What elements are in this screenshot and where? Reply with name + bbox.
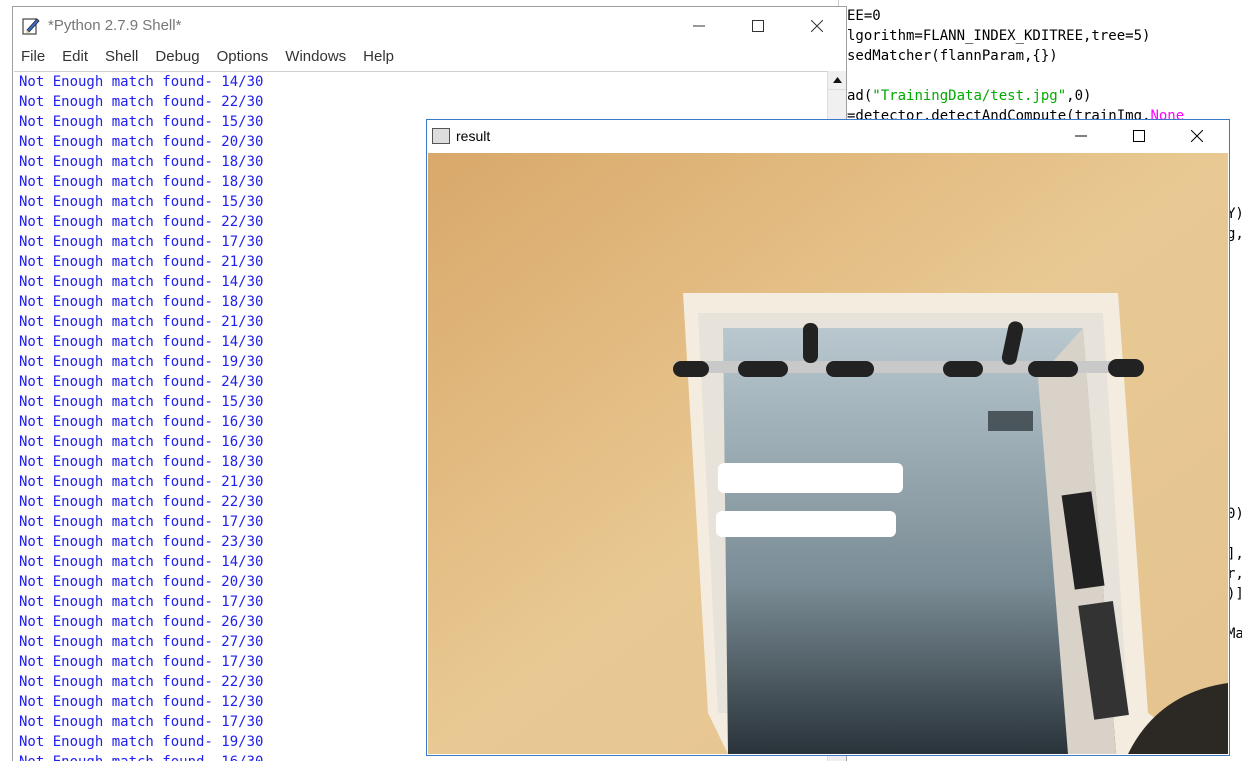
- minimize-icon: [693, 25, 705, 27]
- result-close-button[interactable]: [1168, 120, 1226, 152]
- menu-help[interactable]: Help: [363, 48, 394, 65]
- scroll-up-arrow-icon: [832, 77, 842, 83]
- code-text[interactable]: EE=0 lgorithm=FLANN_INDEX_KDITREE,tree=5…: [847, 6, 1184, 126]
- result-maximize-button[interactable]: [1110, 120, 1168, 152]
- shell-output-line: Not Enough match found- 14/30: [19, 74, 264, 90]
- result-window: result: [426, 119, 1230, 756]
- menu-windows[interactable]: Windows: [285, 48, 346, 65]
- maximize-icon: [752, 20, 764, 32]
- code-line-1: EE=0: [847, 8, 881, 24]
- menu-debug[interactable]: Debug: [155, 48, 199, 65]
- shell-maximize-button[interactable]: [729, 7, 787, 45]
- close-icon: [1191, 130, 1203, 142]
- camera-frame-drawing: [428, 153, 1228, 754]
- minimize-icon: [1075, 135, 1087, 137]
- opencv-window-icon: [432, 128, 450, 144]
- shell-output-line: Not Enough match found- 22/30: [19, 94, 264, 110]
- idle-app-icon: [22, 18, 40, 35]
- code-line-5-pre: ad(: [847, 88, 873, 104]
- code-line-5-string: "TrainingData/test.jpg": [872, 88, 1067, 104]
- shell-menubar: File Edit Shell Debug Options Windows Help: [13, 45, 846, 69]
- maximize-icon: [1133, 130, 1145, 142]
- code-line-3: sedMatcher(flannParam,{}): [847, 48, 1058, 64]
- menu-edit[interactable]: Edit: [62, 48, 88, 65]
- code-line-2: lgorithm=FLANN_INDEX_KDITREE,tree=5): [847, 28, 1151, 44]
- camera-frame-image: [428, 153, 1228, 754]
- menu-file[interactable]: File: [21, 48, 45, 65]
- shell-titlebar[interactable]: *Python 2.7.9 Shell*: [13, 7, 846, 45]
- shell-window-title: *Python 2.7.9 Shell*: [48, 17, 182, 34]
- scroll-up-button[interactable]: [828, 71, 846, 90]
- shell-close-button[interactable]: [788, 7, 846, 45]
- result-window-title: result: [456, 128, 491, 144]
- code-line-5-post: ,0): [1066, 88, 1092, 104]
- result-titlebar[interactable]: result: [427, 120, 1229, 152]
- menu-options[interactable]: Options: [217, 48, 269, 65]
- menu-shell[interactable]: Shell: [105, 48, 138, 65]
- result-minimize-button[interactable]: [1052, 120, 1110, 152]
- close-icon: [811, 20, 823, 32]
- shell-minimize-button[interactable]: [670, 7, 728, 45]
